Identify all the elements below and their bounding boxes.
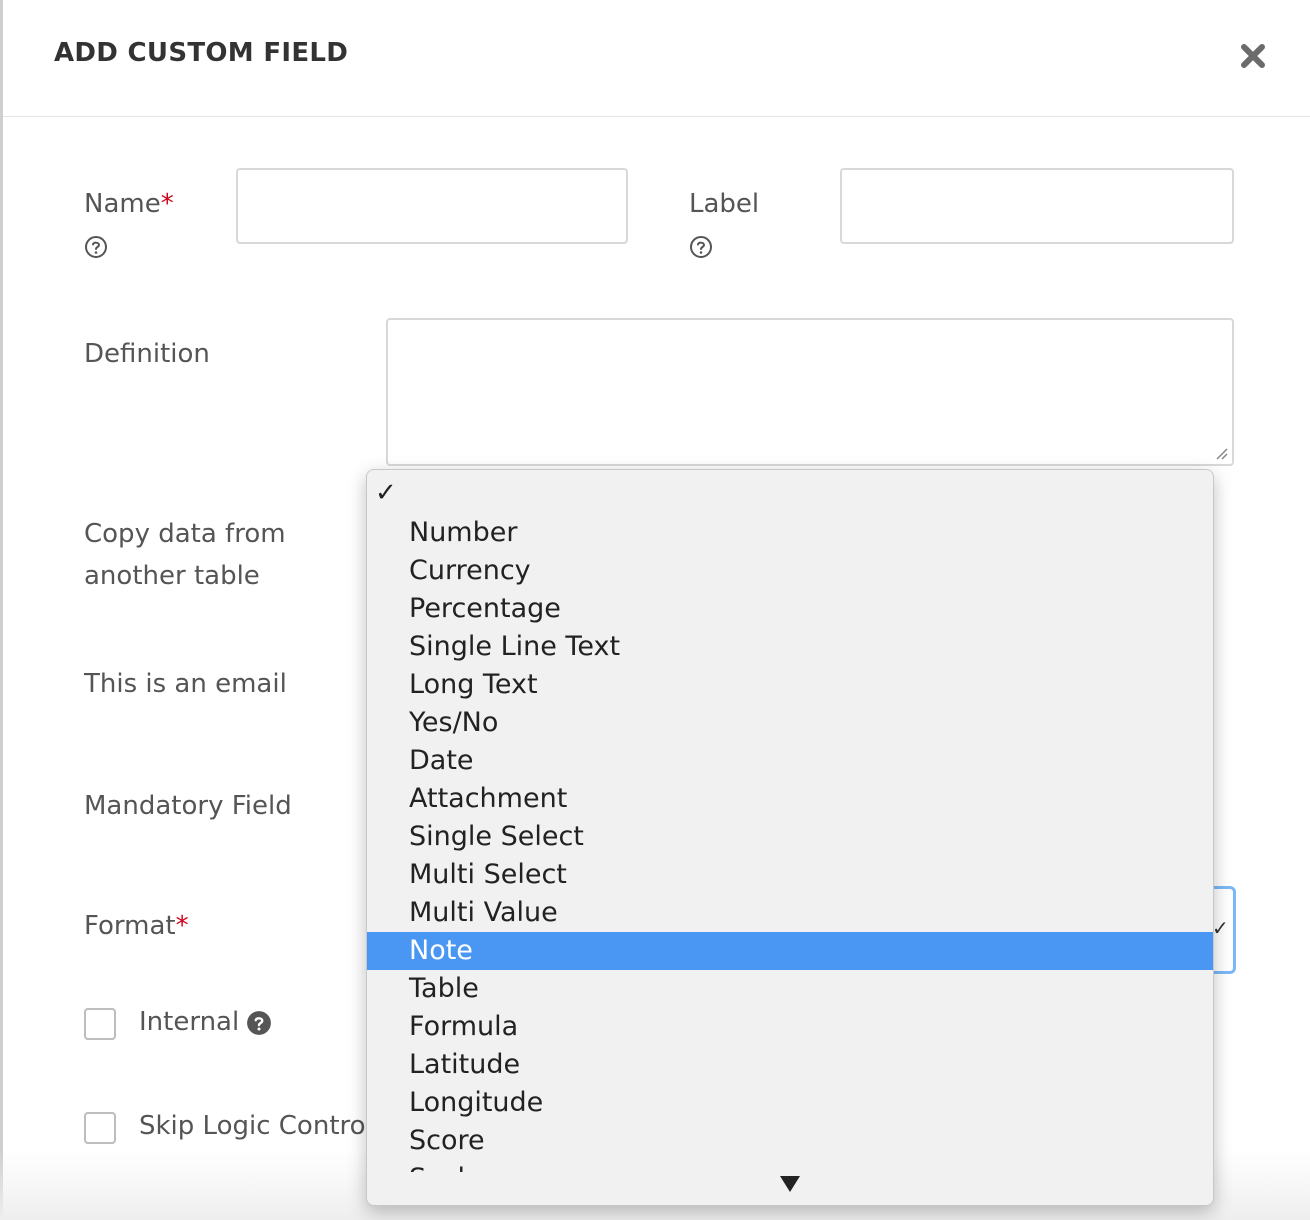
format-option[interactable]: Date (367, 742, 1213, 780)
left-edge-divider (0, 0, 3, 1220)
checkmark-icon: ✓ (1212, 916, 1229, 940)
definition-label: Definition (84, 339, 210, 369)
format-option[interactable]: Number (367, 514, 1213, 552)
copy-data-label: Copy data from (84, 519, 286, 549)
copy-data-label-line2: another table (84, 561, 260, 591)
format-option[interactable]: Attachment (367, 780, 1213, 818)
required-asterisk: * (175, 911, 189, 941)
format-option[interactable]: Score (367, 1122, 1213, 1160)
required-asterisk: * (160, 189, 174, 219)
format-option[interactable]: Multi Value (367, 894, 1213, 932)
format-option-selected[interactable]: Note (367, 932, 1213, 970)
format-option[interactable]: Multi Select (367, 856, 1213, 894)
format-option[interactable]: Long Text (367, 666, 1213, 704)
close-icon[interactable] (1237, 40, 1269, 72)
format-option[interactable]: Currency (367, 552, 1213, 590)
format-option[interactable]: Latitude (367, 1046, 1213, 1084)
name-input[interactable] (236, 168, 628, 244)
internal-checkbox[interactable] (84, 1008, 116, 1040)
format-label-text: Format (84, 911, 176, 941)
definition-textarea[interactable] (386, 318, 1234, 466)
scroll-down-arrow-icon[interactable] (780, 1176, 800, 1192)
checkmark-icon: ✓ (375, 478, 397, 508)
format-option[interactable]: Scale (367, 1160, 1213, 1172)
help-circle-icon[interactable] (84, 235, 108, 259)
format-options-list: Number Currency Percentage Single Line T… (367, 514, 1213, 1172)
skip-logic-label: Skip Logic Contro (139, 1111, 366, 1141)
name-label-text: Name (84, 189, 161, 219)
label-input[interactable] (840, 168, 1234, 244)
format-option[interactable]: Longitude (367, 1084, 1213, 1122)
resize-handle-icon[interactable] (1214, 446, 1228, 460)
mandatory-label: Mandatory Field (84, 791, 292, 821)
format-option[interactable]: Single Select (367, 818, 1213, 856)
help-circle-filled-icon[interactable] (246, 1010, 272, 1036)
internal-label: Internal (139, 1007, 240, 1037)
format-option[interactable]: Single Line Text (367, 628, 1213, 666)
dialog-header: ADD CUSTOM FIELD (3, 0, 1310, 117)
dialog-title: ADD CUSTOM FIELD (54, 38, 349, 68)
label-label: Label (689, 189, 760, 219)
format-dropdown-menu[interactable]: ✓ Number Currency Percentage Single Line… (366, 469, 1214, 1206)
email-label: This is an email (84, 669, 287, 699)
skip-logic-checkbox[interactable] (84, 1112, 116, 1144)
format-option[interactable]: Percentage (367, 590, 1213, 628)
help-circle-icon[interactable] (689, 235, 713, 259)
name-label: Name* (84, 183, 174, 225)
format-option[interactable]: Table (367, 970, 1213, 1008)
format-option[interactable]: Formula (367, 1008, 1213, 1046)
format-label: Format* (84, 905, 189, 947)
format-option[interactable]: Yes/No (367, 704, 1213, 742)
